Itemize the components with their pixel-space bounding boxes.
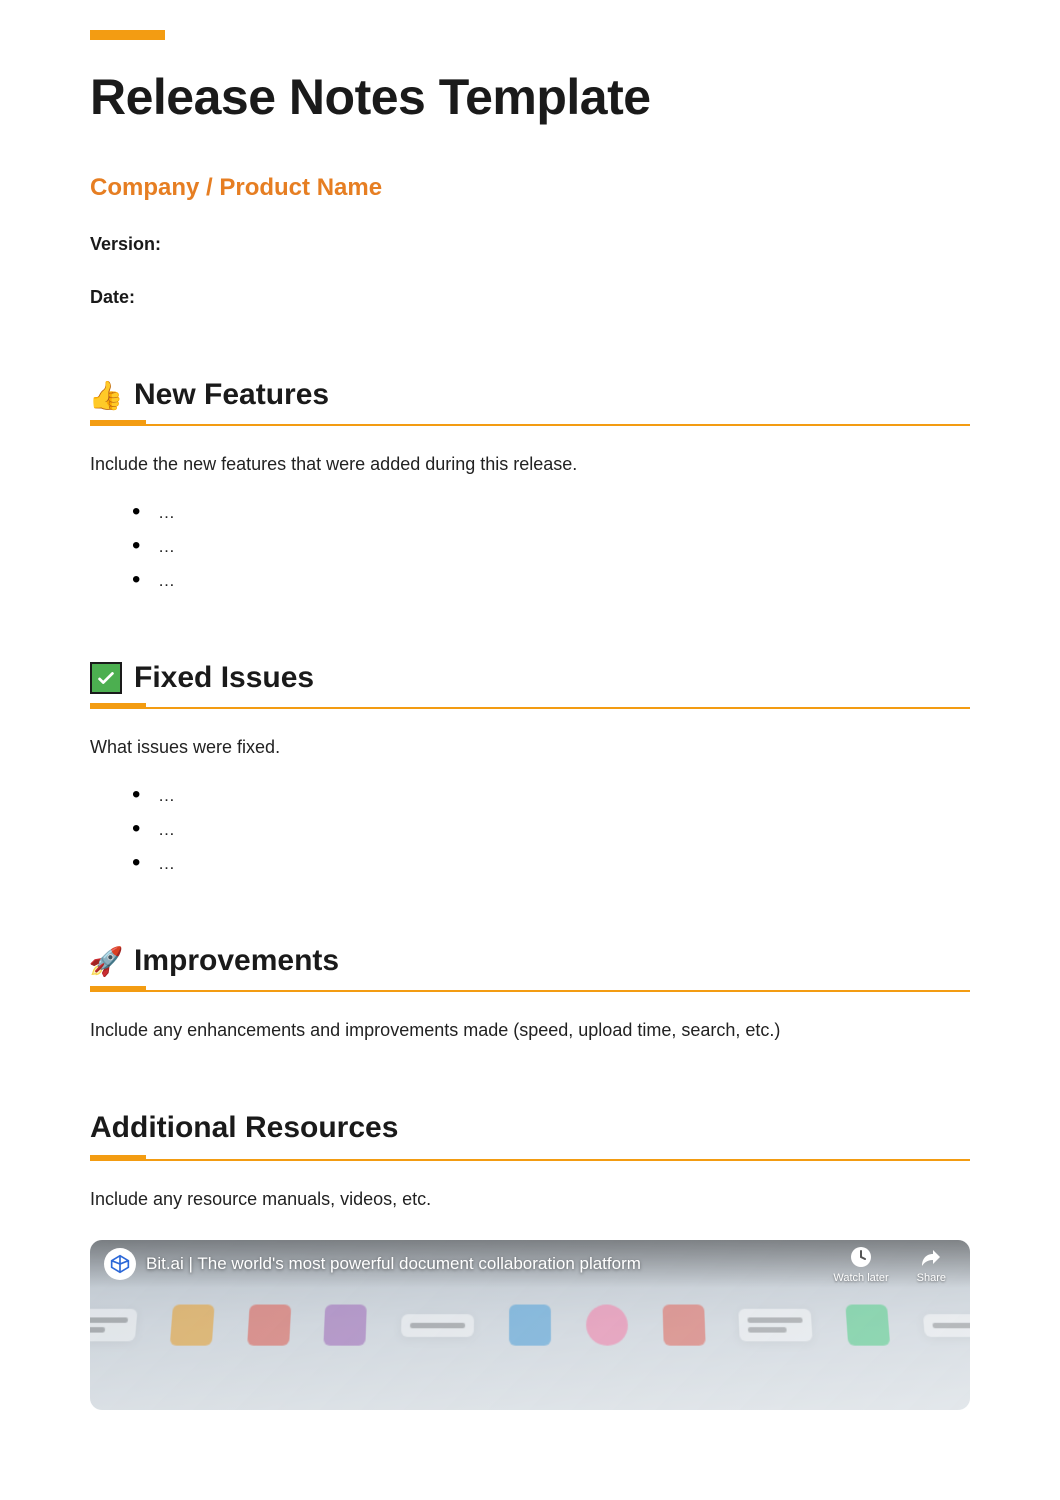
thumbs-up-icon: 👍 [90,379,122,411]
list-item: … [140,537,970,557]
section-title: Additional Resources [90,1111,970,1145]
bitai-logo-icon [104,1248,136,1280]
section-description: Include the new features that were added… [90,454,970,475]
share-label: Share [917,1272,946,1284]
list-item: … [140,820,970,840]
list-item: … [140,571,970,591]
section-new-features: 👍 New Features Include the new features … [90,378,970,591]
date-field: Date: [90,287,970,308]
page-title: Release Notes Template [90,68,970,126]
section-description: What issues were fixed. [90,737,970,758]
checkmark-icon [90,662,122,694]
list-item: … [140,854,970,874]
clock-icon [848,1244,874,1270]
video-embed[interactable]: Bit.ai | The world's most powerful docum… [90,1240,970,1410]
list-item: … [140,503,970,523]
section-title: New Features [134,378,329,412]
share-icon [918,1244,944,1270]
accent-bar [90,30,165,40]
rocket-icon: 🚀 [90,945,122,977]
section-title: Fixed Issues [134,661,314,695]
company-subtitle: Company / Product Name [90,174,970,202]
section-resources: Additional Resources Include any resourc… [90,1111,970,1410]
section-title: Improvements [134,944,339,978]
section-description: Include any enhancements and improvement… [90,1020,970,1041]
video-title: Bit.ai | The world's most powerful docum… [146,1254,823,1274]
section-fixed-issues: Fixed Issues What issues were fixed. … …… [90,661,970,874]
share-button[interactable]: Share [917,1244,946,1284]
section-improvements: 🚀 Improvements Include any enhancements … [90,944,970,1041]
section-divider [90,420,970,426]
fixed-issues-list: … … … [90,786,970,874]
watch-later-button[interactable]: Watch later [833,1244,888,1284]
new-features-list: … … … [90,503,970,591]
watch-later-label: Watch later [833,1272,888,1284]
section-divider [90,703,970,709]
list-item: … [140,786,970,806]
section-divider [90,1155,970,1161]
section-description: Include any resource manuals, videos, et… [90,1189,970,1210]
section-divider [90,986,970,992]
version-field: Version: [90,234,970,255]
video-topbar: Bit.ai | The world's most powerful docum… [90,1240,970,1288]
